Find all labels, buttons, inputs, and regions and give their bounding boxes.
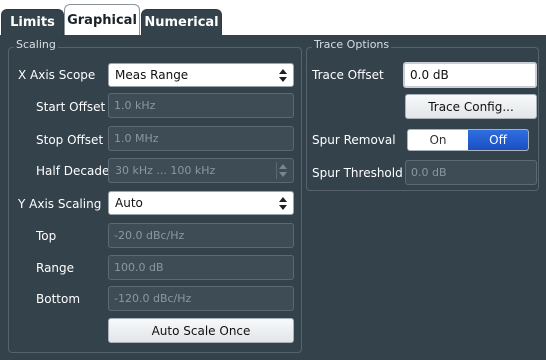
- tab-graphical[interactable]: Graphical: [64, 4, 140, 35]
- range-field[interactable]: 100.0 dB: [108, 255, 294, 280]
- select-arrows-icon: [279, 197, 287, 210]
- start-offset-field[interactable]: 1.0 kHz: [108, 93, 294, 118]
- tab-numerical[interactable]: Numerical: [141, 9, 222, 35]
- stop-offset-field[interactable]: 1.0 MHz: [108, 126, 294, 151]
- x-axis-scope-value: Meas Range: [115, 68, 189, 82]
- half-decade-select[interactable]: 30 kHz ... 100 kHz: [108, 158, 294, 183]
- start-offset-label: Start Offset: [36, 100, 106, 114]
- y-axis-scaling-label: Y Axis Scaling: [18, 197, 102, 211]
- range-label: Range: [36, 261, 75, 275]
- spur-removal-off-option[interactable]: Off: [468, 130, 528, 150]
- select-arrows-icon: [279, 69, 287, 82]
- spur-removal-label: Spur Removal: [312, 133, 396, 147]
- select-arrows-icon: [279, 164, 287, 177]
- half-decade-label: Half Decade: [36, 164, 110, 178]
- graphical-panel: Scaling X Axis Scope Meas Range Start Of…: [0, 35, 546, 360]
- x-axis-scope-select[interactable]: Meas Range: [108, 63, 294, 87]
- spur-removal-on-option[interactable]: On: [408, 130, 468, 150]
- y-axis-scaling-value: Auto: [115, 196, 143, 210]
- y-axis-scaling-select[interactable]: Auto: [108, 191, 294, 215]
- trace-offset-label: Trace Offset: [312, 68, 384, 82]
- spur-removal-toggle[interactable]: On Off: [407, 129, 529, 151]
- top-label: Top: [36, 229, 57, 243]
- spur-threshold-label: Spur Threshold: [312, 166, 403, 180]
- top-field[interactable]: -20.0 dBc/Hz: [108, 223, 294, 248]
- stop-offset-label: Stop Offset: [36, 133, 104, 147]
- trace-config-button[interactable]: Trace Config...: [405, 94, 537, 119]
- bottom-field[interactable]: -120.0 dBc/Hz: [108, 286, 294, 311]
- select-divider: [276, 162, 277, 179]
- x-axis-scope-label: X Axis Scope: [18, 68, 96, 82]
- trace-offset-input[interactable]: 0.0 dB: [403, 62, 537, 88]
- tab-limits[interactable]: Limits: [1, 9, 64, 35]
- trace-options-group-title: Trace Options: [312, 38, 392, 51]
- scaling-group-title: Scaling: [14, 38, 58, 51]
- spur-threshold-field[interactable]: 0.0 dB: [405, 160, 537, 185]
- auto-scale-once-button[interactable]: Auto Scale Once: [108, 318, 294, 343]
- bottom-label: Bottom: [36, 292, 81, 306]
- half-decade-value: 30 kHz ... 100 kHz: [115, 164, 216, 177]
